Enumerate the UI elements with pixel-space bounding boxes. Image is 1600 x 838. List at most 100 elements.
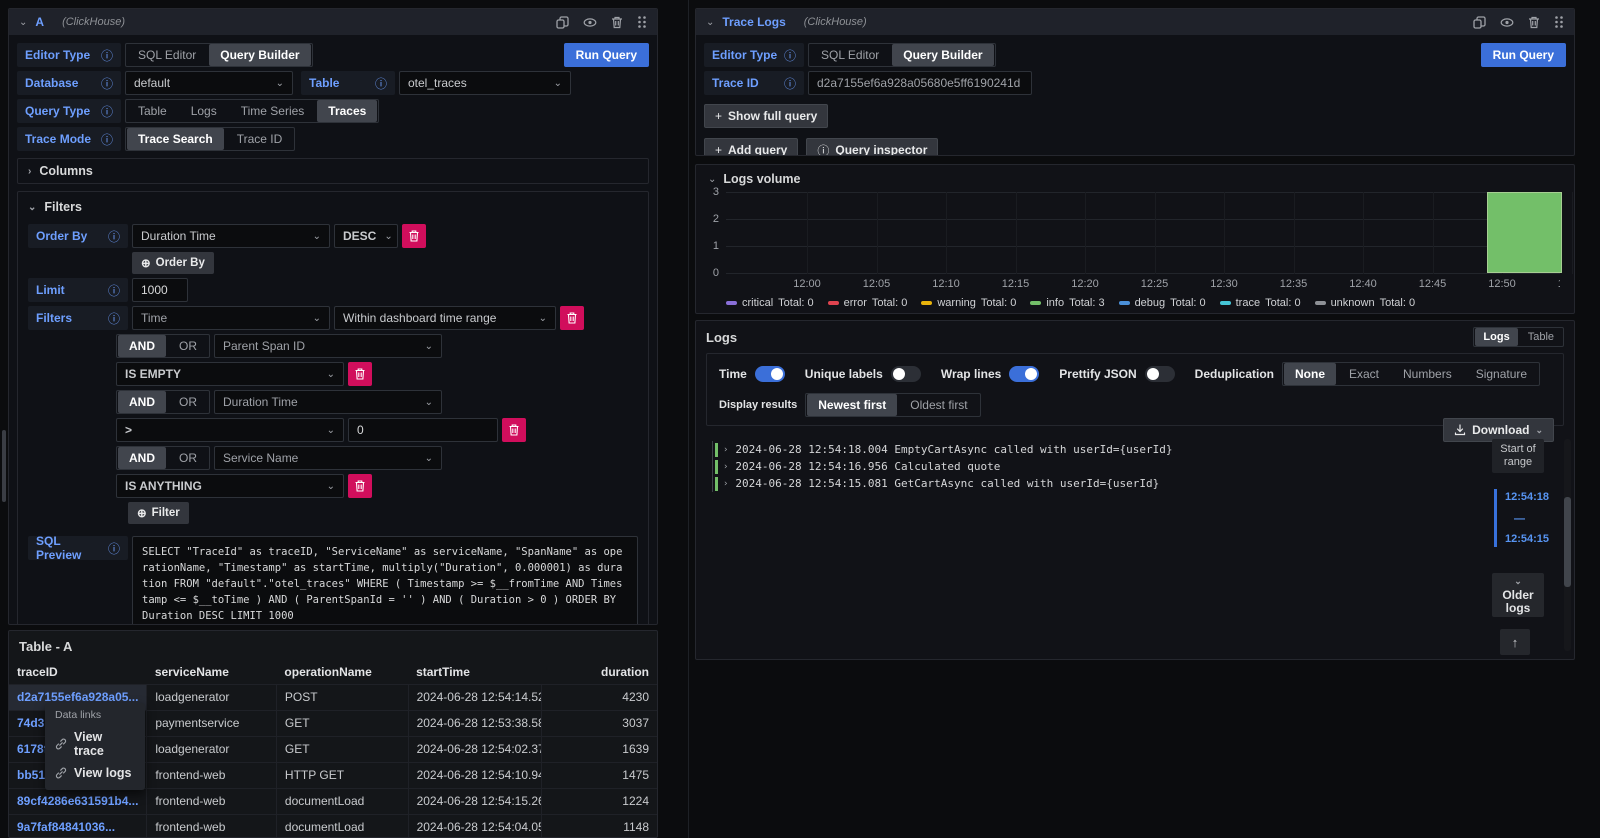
add-filter-button[interactable]: ⊕Filter [128,502,189,524]
view-table-option[interactable]: Table [1520,328,1562,346]
duplicate-icon[interactable] [1473,16,1486,29]
limit-input[interactable]: 1000 [132,278,188,302]
info-icon[interactable]: ⓘ [101,103,113,120]
trace-mode-id[interactable]: Trace ID [226,128,294,150]
filters-section-header[interactable]: ⌄Filters [28,200,638,214]
legend-item[interactable]: criticalTotal: 0 [726,297,814,309]
column-header-operationname[interactable]: operationName [276,660,408,684]
eye-icon[interactable] [1500,16,1514,29]
column-header-starttime[interactable]: startTime [408,660,542,684]
legend-item[interactable]: debugTotal: 0 [1119,297,1206,309]
editor-type-query-builder[interactable]: Query Builder [209,44,310,66]
expand-log-icon[interactable]: › [723,462,728,472]
expand-log-icon[interactable]: › [723,479,728,489]
filter-field-select[interactable]: Time⌄ [132,306,330,330]
expand-log-icon[interactable]: › [723,445,728,455]
view-logs-link[interactable]: View logs [55,762,135,784]
duplicate-icon[interactable] [556,16,569,29]
oldest-first-option[interactable]: Oldest first [899,394,978,416]
remove-filter-button[interactable] [560,306,584,330]
log-line[interactable]: ›2024-06-28 12:54:15.081 GetCartAsync ca… [715,475,1484,492]
remove-filter-button[interactable] [502,418,526,442]
info-icon[interactable]: ⓘ [101,47,113,64]
query-inspector-button[interactable]: ⓘQuery inspector [806,138,938,156]
legend-item[interactable]: traceTotal: 0 [1220,297,1301,309]
info-icon[interactable]: ⓘ [101,131,113,148]
filter-operator-select[interactable]: IS EMPTY⌄ [116,362,344,386]
filter-operator-select[interactable]: Within dashboard time range⌄ [334,306,556,330]
trace-logs-header[interactable]: ⌄ Trace Logs (ClickHouse) [696,9,1574,35]
remove-order-by-button[interactable] [402,224,426,248]
connector-toggle[interactable]: AND OR [116,390,210,414]
view-trace-link[interactable]: View trace [55,726,135,762]
query-type-traces[interactable]: Traces [317,100,377,122]
newest-first-option[interactable]: Newest first [807,394,897,416]
wrap-lines-toggle[interactable] [1009,366,1039,382]
order-by-direction-select[interactable]: DESC⌄ [334,224,398,248]
legend-series-name[interactable]: error [844,297,867,309]
filter-field-select[interactable]: Service Name⌄ [214,446,442,470]
panel-a-header[interactable]: ⌄ A (ClickHouse) [9,9,657,35]
legend-item[interactable]: warningTotal: 0 [921,297,1016,309]
trace-mode-toggle[interactable]: Trace Search Trace ID [125,127,295,151]
connector-or[interactable]: OR [168,335,208,357]
run-query-button[interactable]: Run Query [564,43,649,67]
connector-and[interactable]: AND [118,391,166,413]
order-by-field-select[interactable]: Duration Time⌄ [132,224,330,248]
trace-id-link[interactable]: 89cf4286e631591b4... [9,788,147,814]
remove-filter-button[interactable] [348,474,372,498]
columns-section[interactable]: ›Columns [17,158,649,184]
dedup-numbers[interactable]: Numbers [1392,363,1463,385]
connector-toggle[interactable]: AND OR [116,446,210,470]
legend-series-name[interactable]: info [1046,297,1064,309]
info-icon[interactable]: ⓘ [784,47,796,64]
info-icon[interactable]: ⓘ [375,75,387,92]
unique-labels-toggle[interactable] [891,366,921,382]
legend-item[interactable]: errorTotal: 0 [828,297,908,309]
table-select[interactable]: otel_traces⌄ [399,71,571,95]
info-icon[interactable]: ⓘ [784,75,796,92]
connector-toggle[interactable]: AND OR [116,334,210,358]
scroll-to-top-button[interactable]: ↑ [1500,629,1530,655]
info-icon[interactable]: ⓘ [108,282,120,299]
database-select[interactable]: default⌄ [125,71,293,95]
legend-series-name[interactable]: warning [937,297,976,309]
column-header-traceid[interactable]: traceID [9,660,147,684]
info-icon[interactable]: ⓘ [101,75,113,92]
editor-type-toggle[interactable]: SQL Editor Query Builder [125,43,313,67]
editor-type-toggle[interactable]: SQL Editor Query Builder [808,43,996,67]
collapse-chevron-icon[interactable]: ⌄ [708,174,716,185]
column-header-servicename[interactable]: serviceName [147,660,277,684]
logs-volume-chart[interactable]: 3 2 1 0 [726,192,1560,274]
trace-id-link[interactable]: 9a7faf84841036... [9,814,147,838]
trace-mode-search[interactable]: Trace Search [127,128,224,150]
info-icon[interactable]: ⓘ [108,540,120,557]
query-type-time-series[interactable]: Time Series [230,100,316,122]
info-icon[interactable]: ⓘ [108,228,120,245]
info-logs-bar[interactable] [1487,192,1562,273]
dedup-signature[interactable]: Signature [1465,363,1538,385]
filter-operator-select[interactable]: IS ANYTHING⌄ [116,474,344,498]
page-scrollbar-thumb[interactable] [2,430,6,502]
drag-handle-icon[interactable] [637,15,647,29]
logs-view-toggle[interactable]: Logs Table [1473,327,1564,347]
editor-type-sql-editor[interactable]: SQL Editor [127,44,207,66]
time-toggle[interactable] [755,366,785,382]
view-logs-option[interactable]: Logs [1475,328,1517,346]
eye-icon[interactable] [583,16,597,29]
filter-value-input[interactable]: 0 [348,418,498,442]
filter-field-select[interactable]: Parent Span ID⌄ [214,334,442,358]
connector-or[interactable]: OR [168,391,208,413]
query-type-toggle[interactable]: Table Logs Time Series Traces [125,99,379,123]
trash-icon[interactable] [1528,16,1540,29]
filter-field-select[interactable]: Duration Time⌄ [214,390,442,414]
deduplication-toggle[interactable]: None Exact Numbers Signature [1282,362,1540,386]
legend-item[interactable]: infoTotal: 3 [1030,297,1104,309]
trash-icon[interactable] [611,16,623,29]
column-header-duration[interactable]: duration [542,660,657,684]
filter-operator-select[interactable]: >⌄ [116,418,344,442]
drag-handle-icon[interactable] [1554,15,1564,29]
editor-type-sql-editor[interactable]: SQL Editor [810,44,890,66]
log-line[interactable]: ›2024-06-28 12:54:18.004 EmptyCartAsync … [715,441,1484,458]
older-logs-button[interactable]: ⌄ Older logs [1492,573,1544,617]
